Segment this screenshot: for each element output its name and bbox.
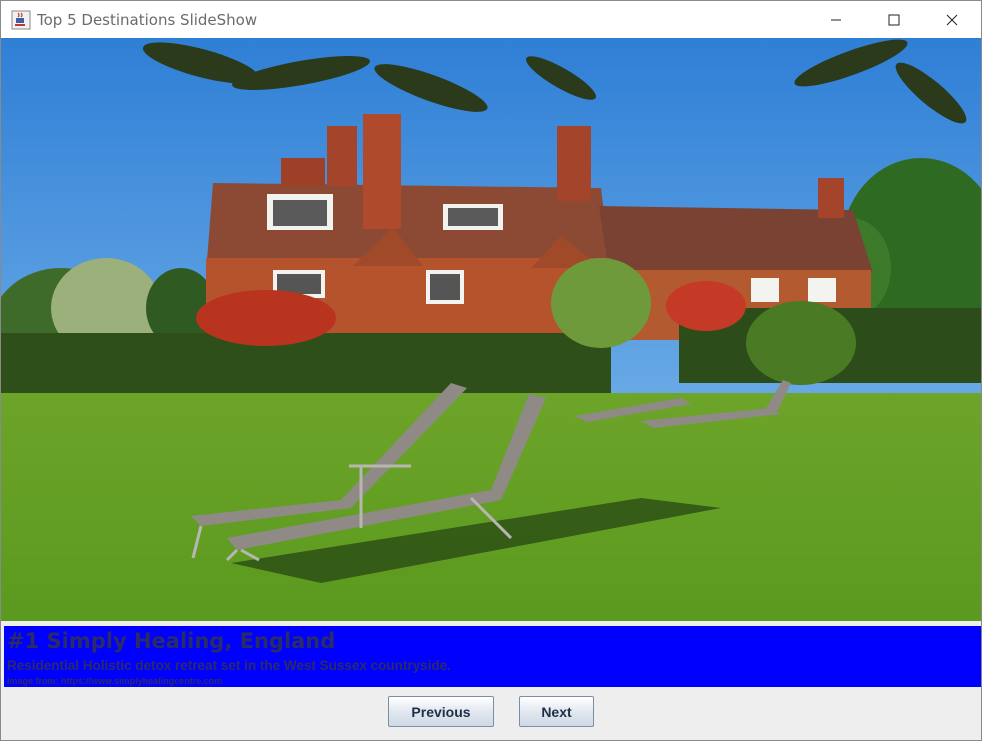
slide-image (1, 38, 981, 621)
slide-title: #1 Simply Healing, England (7, 629, 336, 653)
maximize-icon (888, 14, 900, 25)
maximize-button[interactable] (865, 1, 923, 38)
slide-caption-panel: #1 Simply Healing, England Residential H… (4, 626, 981, 687)
slide-image-source: Image from: https://www.simplyhealingcen… (7, 676, 223, 686)
minimize-button[interactable] (807, 1, 865, 38)
next-button[interactable]: Next (519, 696, 594, 727)
previous-button[interactable]: Previous (388, 696, 494, 727)
java-cup-icon (11, 10, 31, 30)
title-bar[interactable]: Top 5 Destinations SlideShow (1, 1, 981, 38)
window-title: Top 5 Destinations SlideShow (37, 11, 258, 29)
close-icon (946, 14, 958, 25)
minimize-icon (831, 19, 841, 20)
app-window: Top 5 Destinations SlideShow #1 Simply H… (0, 0, 982, 741)
slide-description: Residential Holistic detox retreat set i… (7, 658, 451, 673)
close-button[interactable] (923, 1, 981, 38)
